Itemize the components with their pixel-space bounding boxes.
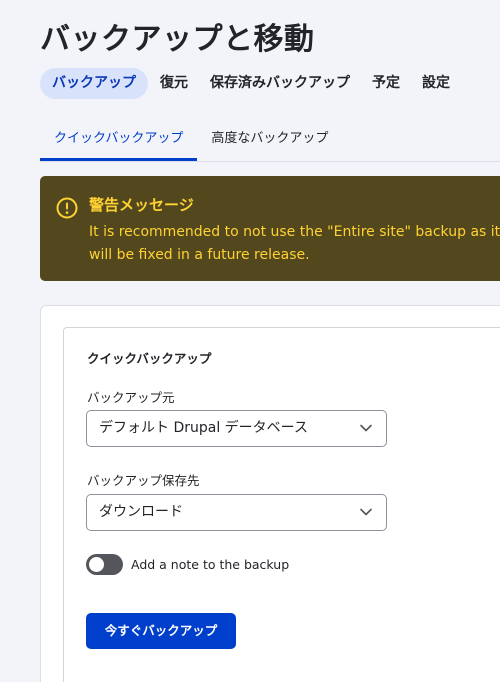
fieldset-legend: クイックバックアップ xyxy=(87,351,212,366)
tab-restore[interactable]: 復元 xyxy=(150,68,198,99)
warning-message: 警告メッセージ It is recommended to not use the… xyxy=(40,176,500,281)
destination-label: バックアップ保存先 xyxy=(87,473,200,488)
primary-tabs: バックアップ 復元 保存済みバックアップ 予定 設定 xyxy=(40,68,462,99)
tab-schedules[interactable]: 予定 xyxy=(362,68,410,99)
tab-advanced-backup[interactable]: 高度なバックアップ xyxy=(197,120,342,161)
destination-select-value: ダウンロード xyxy=(99,504,183,520)
tab-saved-backups[interactable]: 保存済みバックアップ xyxy=(200,68,360,99)
note-toggle-label[interactable]: Add a note to the backup xyxy=(131,557,289,572)
warning-text-line: will be fixed in a future release. xyxy=(89,247,310,263)
warning-title: 警告メッセージ xyxy=(89,196,194,214)
tab-backup[interactable]: バックアップ xyxy=(40,68,148,99)
source-label: バックアップ元 xyxy=(87,390,175,405)
warning-circle-icon xyxy=(56,197,78,219)
source-select[interactable]: デフォルト Drupal データベース xyxy=(86,410,387,447)
warning-text: It is recommended to not use the "Entire… xyxy=(89,221,500,267)
source-select-value: デフォルト Drupal データベース xyxy=(99,420,308,436)
chevron-down-icon xyxy=(360,508,372,516)
page-title: バックアップと移動 xyxy=(40,22,315,57)
destination-select[interactable]: ダウンロード xyxy=(86,494,387,531)
note-toggle[interactable] xyxy=(86,554,123,575)
chevron-down-icon xyxy=(360,424,372,432)
warning-text-line: It is recommended to not use the "Entire… xyxy=(89,224,500,240)
tab-quick-backup[interactable]: クイックバックアップ xyxy=(40,120,198,161)
secondary-tabs: クイックバックアップ 高度なバックアップ xyxy=(40,120,500,162)
toggle-knob xyxy=(89,557,104,572)
backup-now-button[interactable]: 今すぐバックアップ xyxy=(86,613,236,649)
tab-settings[interactable]: 設定 xyxy=(412,68,460,99)
